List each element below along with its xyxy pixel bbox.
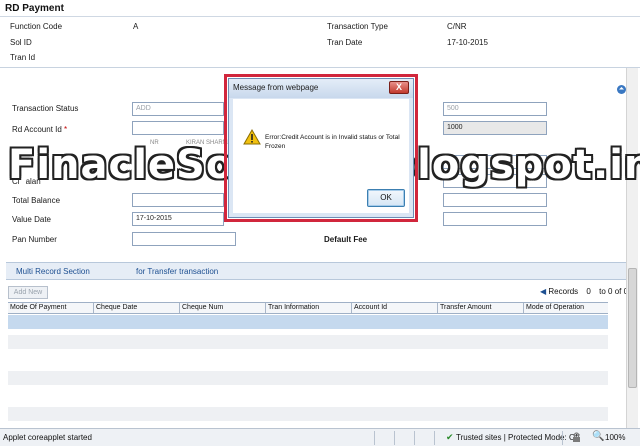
records-of-label: of xyxy=(614,287,622,296)
grid-header: Mode Of Payment Cheque Date Cheque Num T… xyxy=(8,302,608,314)
status-divider xyxy=(394,431,395,445)
dialog-title: Message from webpage xyxy=(229,79,413,98)
security-zone-text[interactable]: Trusted sites | Protected Mode: Off xyxy=(456,433,579,442)
records-label: Records xyxy=(548,287,579,296)
value-date-label: Value Date xyxy=(12,215,51,224)
column-header[interactable]: Account Id xyxy=(352,303,438,313)
required-marker: * xyxy=(64,125,68,134)
scrollbar-thumb[interactable] xyxy=(628,268,637,388)
dialog-message: Error:Credit Account is in Invalid statu… xyxy=(265,134,400,150)
right-field-2[interactable]: 1000 xyxy=(443,121,547,135)
rd-account-id-label: Rd Account Id * xyxy=(12,125,67,134)
pan-number-label: Pan Number xyxy=(12,235,57,244)
status-divider xyxy=(434,431,435,445)
column-header[interactable]: Transfer Amount xyxy=(438,303,524,313)
prev-page-icon[interactable]: ◀ xyxy=(540,287,546,296)
tran-id-label: Tran Id xyxy=(10,53,36,62)
status-divider xyxy=(374,431,375,445)
total-balance-field[interactable] xyxy=(132,193,224,207)
warning-icon xyxy=(243,128,261,145)
trusted-sites-check-icon: ✔ xyxy=(446,432,454,442)
records-from: 0 xyxy=(586,287,591,296)
sol-id-label: Sol ID xyxy=(10,38,32,47)
table-row[interactable] xyxy=(8,315,608,329)
transfer-transaction-label: for Transfer transaction xyxy=(136,267,219,276)
function-code-label: Function Code xyxy=(10,22,63,31)
default-fee-label: Default Fee xyxy=(324,235,368,244)
tran-date-label: Tran Date xyxy=(327,38,363,47)
rd-account-id-text: Rd Account Id xyxy=(12,125,62,134)
multi-record-bar: Multi Record Section for Transfer transa… xyxy=(6,262,626,280)
table-row[interactable] xyxy=(8,355,608,369)
page-title: RD Payment xyxy=(5,3,64,14)
add-new-button[interactable]: Add New xyxy=(8,286,48,299)
value-date-field[interactable]: 17-10-2015 xyxy=(132,212,224,226)
table-row[interactable] xyxy=(8,407,608,421)
transaction-type-label: Transaction Type xyxy=(327,22,388,31)
status-divider xyxy=(414,431,415,445)
lock-icon[interactable] xyxy=(572,432,581,443)
records-to: 0 xyxy=(608,287,613,296)
column-header[interactable]: Mode of Operation xyxy=(524,303,608,313)
status-divider xyxy=(562,431,563,445)
function-code-value: A xyxy=(133,22,139,31)
table-row[interactable] xyxy=(8,371,608,385)
column-header[interactable]: Tran Information xyxy=(266,303,352,313)
records-pager: ◀ Records 0 to 0 of 0 ▶ xyxy=(540,287,636,299)
right-field-6[interactable] xyxy=(443,212,547,226)
records-to-label: to xyxy=(599,287,606,296)
table-row[interactable] xyxy=(8,391,608,405)
status-bar: Applet coreapplet started ✔ Trusted site… xyxy=(0,428,640,446)
rd-account-id-field[interactable] xyxy=(132,121,224,135)
tran-date-value: 17-10-2015 xyxy=(447,38,488,47)
dialog-close-button[interactable]: X xyxy=(389,81,409,94)
vertical-scrollbar[interactable] xyxy=(626,68,638,428)
transaction-type-value: C/NR xyxy=(447,22,467,31)
total-balance-label: Total Balance xyxy=(12,196,61,205)
right-field-1[interactable]: 500 xyxy=(443,102,547,116)
transaction-status-field[interactable]: ADD xyxy=(132,102,224,116)
table-row[interactable] xyxy=(8,335,608,349)
right-field-5[interactable] xyxy=(443,193,547,207)
dialog-ok-button[interactable]: OK xyxy=(367,189,405,207)
pan-number-field[interactable] xyxy=(132,232,236,246)
zoom-icon[interactable]: 🔍 xyxy=(592,431,604,442)
column-header[interactable]: Cheque Num xyxy=(180,303,266,313)
column-header[interactable]: Mode Of Payment xyxy=(8,303,94,313)
page-header: RD Payment xyxy=(0,0,640,17)
header-divider xyxy=(0,67,640,68)
zoom-level[interactable]: 100% xyxy=(605,433,625,442)
multi-record-section-label: Multi Record Section xyxy=(16,267,90,276)
transaction-status-label: Transaction Status xyxy=(12,104,79,113)
column-header[interactable]: Cheque Date xyxy=(94,303,180,313)
status-text: Applet coreapplet started xyxy=(3,433,92,442)
